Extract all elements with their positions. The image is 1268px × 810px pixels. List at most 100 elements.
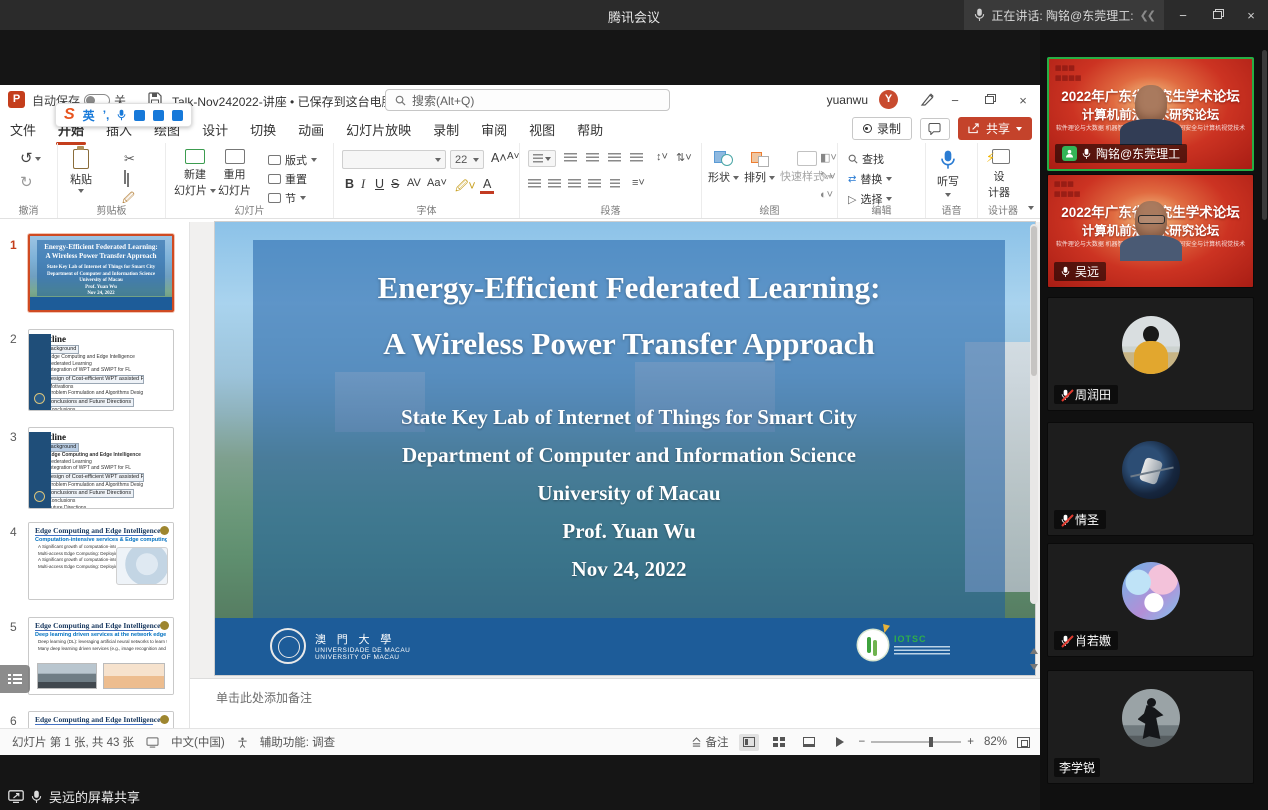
fit-slide-button[interactable] bbox=[1017, 737, 1030, 748]
slide-scrollbar[interactable] bbox=[1030, 224, 1038, 604]
participant-tile-taoming[interactable]: ▦▦▦▦▦▦▦ 2022年广东省研究生学术论坛 计算机前沿技术研究论坛 软件理论… bbox=[1047, 57, 1254, 171]
accessibility-status[interactable]: 辅助功能: 调查 bbox=[260, 734, 335, 750]
share-button[interactable]: 共享 bbox=[958, 117, 1032, 140]
redo-button[interactable]: ↻ bbox=[20, 173, 33, 191]
slide-thumbnail-3[interactable]: Outline Background • Edge Computing and … bbox=[28, 427, 174, 509]
font-size-combobox[interactable]: 22 bbox=[450, 150, 484, 169]
meeting-float-list-button[interactable] bbox=[0, 665, 30, 693]
minimize-button[interactable]: − bbox=[1166, 0, 1200, 30]
text-direction-button[interactable]: ↕˅ bbox=[656, 151, 668, 163]
designer-button[interactable]: ⚡ 设计器 bbox=[988, 149, 1010, 200]
participant-tile-qingsheng[interactable]: 情圣 bbox=[1047, 422, 1254, 536]
tab-design[interactable]: 设计 bbox=[202, 120, 228, 139]
zoom-level[interactable]: 82% bbox=[984, 736, 1007, 748]
zoom-slider[interactable]: − + bbox=[859, 736, 974, 748]
ribbon-collapse-icon[interactable] bbox=[1028, 206, 1034, 210]
align-right-button[interactable] bbox=[568, 179, 581, 188]
layout-button[interactable]: 版式 bbox=[268, 152, 317, 168]
arrange-button[interactable]: 排列 bbox=[744, 151, 775, 185]
next-slide-button[interactable] bbox=[1030, 664, 1038, 670]
find-button[interactable]: 查找 bbox=[848, 151, 884, 167]
slide-thumbnail-1[interactable]: Energy-Efficient Federated Learning:A Wi… bbox=[28, 234, 174, 312]
ime-toolbar[interactable]: S 英 ’, bbox=[55, 103, 192, 127]
justify-button[interactable] bbox=[588, 179, 601, 188]
close-button[interactable]: × bbox=[1234, 0, 1268, 30]
participants-scrollbar[interactable] bbox=[1262, 50, 1267, 220]
bold-button[interactable]: B bbox=[342, 177, 357, 191]
reading-view-button[interactable] bbox=[799, 734, 819, 751]
dictate-button[interactable]: 听写 bbox=[937, 149, 959, 201]
avatar[interactable]: Y bbox=[879, 90, 898, 109]
slide-thumbnail-6[interactable]: Edge Computing and Edge Intelligence bbox=[28, 711, 174, 728]
ppt-minimize-button[interactable]: − bbox=[938, 85, 972, 115]
record-button[interactable]: 录制 bbox=[852, 117, 912, 140]
language-status[interactable]: 中文(中国) bbox=[171, 734, 225, 750]
reuse-slides-button[interactable]: 重用幻灯片 bbox=[218, 149, 251, 198]
slide-thumbnail-2[interactable]: Outline Background • Edge Computing and … bbox=[28, 329, 174, 411]
slide-thumbnail-4[interactable]: Edge Computing and Edge Intelligence Com… bbox=[28, 522, 174, 600]
participant-tile-wuyuan[interactable]: ▦▦▦▦▦▦▦ 2022年广东省研究生学术论坛 计算机前沿技术研究论坛 软件理论… bbox=[1047, 174, 1254, 288]
restore-button[interactable] bbox=[1200, 0, 1234, 30]
participant-tile-lixuerui[interactable]: 李学锐 bbox=[1047, 670, 1254, 784]
change-case-button[interactable]: Aa˅ bbox=[424, 177, 450, 189]
align-center-button[interactable] bbox=[548, 179, 561, 188]
ppt-close-button[interactable]: × bbox=[1006, 85, 1040, 115]
underline-button[interactable]: U bbox=[372, 177, 387, 191]
strikethrough-button[interactable]: S bbox=[388, 177, 402, 191]
tab-transitions[interactable]: 切换 bbox=[250, 120, 276, 139]
normal-view-button[interactable] bbox=[739, 734, 759, 751]
copy-button[interactable] bbox=[124, 171, 126, 183]
search-input[interactable]: 搜索(Alt+Q) bbox=[385, 89, 670, 111]
smartart-convert-button[interactable]: ≡˅ bbox=[632, 177, 645, 189]
ppt-restore-button[interactable] bbox=[972, 85, 1006, 115]
slide-thumbnail-5[interactable]: Edge Computing and Edge Intelligence Dee… bbox=[28, 617, 174, 695]
numbering-button[interactable] bbox=[564, 153, 577, 162]
comments-button[interactable] bbox=[920, 118, 950, 140]
zoom-out-button[interactable]: − bbox=[859, 736, 866, 748]
tab-animations[interactable]: 动画 bbox=[298, 120, 324, 139]
shape-outline-button[interactable]: ✎˅ bbox=[820, 170, 836, 183]
tab-record[interactable]: 录制 bbox=[433, 120, 459, 139]
document-title[interactable]: Talk-Nov242022-讲座 • 已保存到这台电脑 ∨ bbox=[172, 93, 406, 110]
participant-tile-xiaoruo[interactable]: 肖若嫐 bbox=[1047, 543, 1254, 657]
shapes-button[interactable]: 形状 bbox=[708, 151, 739, 185]
columns-button[interactable] bbox=[610, 179, 620, 188]
slideshow-button[interactable] bbox=[829, 734, 849, 751]
align-text-button[interactable]: ⇅˅ bbox=[676, 151, 692, 164]
ime-keyboard-icon[interactable] bbox=[134, 110, 145, 121]
zoom-knob[interactable] bbox=[929, 737, 933, 747]
increase-indent-button[interactable] bbox=[608, 153, 621, 162]
reset-button[interactable]: 重置 bbox=[268, 171, 307, 187]
tab-help[interactable]: 帮助 bbox=[577, 120, 603, 139]
shape-fill-button[interactable]: ◧˅ bbox=[820, 151, 837, 164]
notes-toggle-button[interactable]: 备注 bbox=[691, 734, 729, 750]
replace-button[interactable]: ⇄ 替换 bbox=[848, 171, 892, 187]
participant-tile-zhouruntian[interactable]: 周润田 bbox=[1047, 297, 1254, 411]
tab-slideshow[interactable]: 幻灯片放映 bbox=[346, 120, 411, 139]
tab-view[interactable]: 视图 bbox=[529, 120, 555, 139]
tab-file[interactable]: 文件 bbox=[10, 120, 36, 139]
slide-sorter-view-button[interactable] bbox=[769, 734, 789, 751]
pen-icon[interactable] bbox=[920, 92, 935, 107]
tab-review[interactable]: 审阅 bbox=[481, 120, 507, 139]
new-slide-button[interactable]: 新建幻灯片 bbox=[174, 149, 216, 198]
font-name-combobox[interactable] bbox=[342, 150, 446, 169]
cut-button[interactable]: ✂ bbox=[124, 151, 135, 167]
line-spacing-button[interactable] bbox=[630, 153, 643, 162]
spellcheck-icon[interactable] bbox=[146, 737, 159, 748]
highlight-button[interactable]: 🖉˅ bbox=[452, 177, 479, 198]
undo-button[interactable]: ↺ bbox=[20, 149, 41, 167]
ime-toolbox-icon[interactable] bbox=[172, 110, 183, 121]
user-name[interactable]: yuanwu bbox=[827, 93, 868, 107]
ime-language-toggle[interactable]: 英 bbox=[83, 107, 95, 124]
zoom-in-button[interactable]: + bbox=[967, 736, 974, 748]
decrease-indent-button[interactable] bbox=[586, 153, 599, 162]
slide-canvas[interactable]: Energy-Efficient Federated Learning: A W… bbox=[215, 222, 1035, 675]
notes-pane[interactable]: 单击此处添加备注 bbox=[190, 678, 1040, 728]
bullets-button[interactable] bbox=[528, 150, 556, 167]
shape-effects-button[interactable]: ◐˅ bbox=[820, 189, 833, 201]
ime-punctuation[interactable]: ’, bbox=[103, 108, 110, 122]
ime-mic-icon[interactable] bbox=[117, 109, 126, 121]
font-color-button[interactable]: A bbox=[480, 177, 494, 194]
ime-skin-icon[interactable] bbox=[153, 110, 164, 121]
